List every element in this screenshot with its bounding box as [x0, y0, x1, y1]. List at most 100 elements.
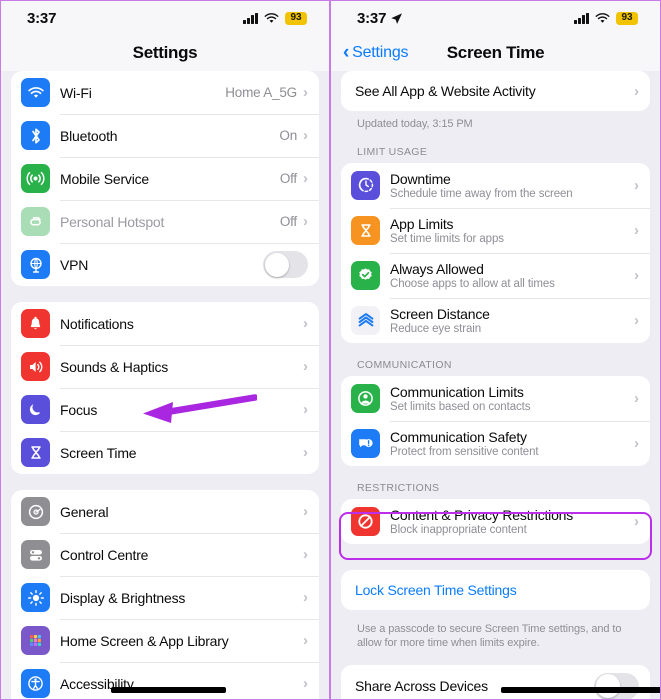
settings-row-label: Home Screen & App Library: [60, 632, 229, 649]
settings-row-subtitle: Set time limits for apps: [390, 232, 504, 245]
bluetooth-icon: [21, 121, 50, 150]
share-group: Share Across Devices: [341, 664, 650, 699]
cellular-bars-icon: [574, 12, 589, 24]
right-status-bar: 3:37 93: [331, 1, 660, 35]
settings-row-label: Notifications: [60, 315, 134, 332]
chevron-right-icon: ›: [303, 589, 308, 606]
settings-row-subtitle: Choose apps to allow at all times: [390, 277, 555, 290]
screen-distance-icon: [351, 305, 380, 335]
settings-row-subtitle: Reduce eye strain: [390, 322, 481, 335]
brightness-icon: [21, 583, 50, 612]
back-button-label: Settings: [352, 44, 409, 61]
chevron-right-icon: ›: [303, 170, 308, 187]
settings-row-accessibility[interactable]: Accessibility ›: [11, 662, 319, 699]
status-indicators: 93: [243, 11, 307, 25]
settings-row-communication-limits[interactable]: Communication Limits Set limits based on…: [341, 376, 650, 421]
battery-badge: 93: [285, 11, 307, 25]
settings-row-focus[interactable]: Focus ›: [11, 388, 319, 431]
settings-row-downtime[interactable]: Downtime Schedule time away from the scr…: [341, 163, 650, 208]
chevron-right-icon: ›: [634, 311, 639, 329]
settings-row-home-screen[interactable]: Home Screen & App Library ›: [11, 619, 319, 662]
settings-row-label: Communication Safety: [390, 428, 527, 445]
status-time-text: 3:37: [357, 9, 387, 27]
settings-row-share-across-devices[interactable]: Share Across Devices: [341, 665, 650, 699]
settings-row-subtitle: Block inappropriate content: [390, 523, 527, 536]
settings-row-value: Off: [279, 214, 297, 229]
accessibility-icon: [21, 669, 50, 698]
settings-group-system: General › Control Centre › Display & Bri…: [11, 490, 319, 699]
vpn-globe-icon: [21, 250, 50, 279]
settings-row-see-all-activity[interactable]: See All App & Website Activity ›: [341, 71, 650, 111]
settings-row-communication-safety[interactable]: Communication Safety Protect from sensit…: [341, 420, 650, 466]
settings-row-label: Display & Brightness: [60, 589, 186, 606]
prohibition-icon: [351, 506, 380, 536]
settings-row-label: General: [60, 503, 109, 520]
chevron-right-icon: ›: [303, 315, 308, 332]
chevron-right-icon: ›: [303, 632, 308, 649]
chevron-right-icon: ›: [634, 434, 639, 452]
settings-row-label: See All App & Website Activity: [355, 83, 536, 99]
location-arrow-icon: [391, 12, 403, 24]
chevron-right-icon: ›: [303, 401, 308, 418]
left-nav-bar: Settings: [1, 35, 329, 71]
right-phone-screenshot: 3:37 93 ‹ Settings Screen Time See All A…: [330, 0, 661, 700]
back-button[interactable]: ‹ Settings: [343, 43, 409, 62]
settings-row-subtitle: Schedule time away from the screen: [390, 187, 573, 200]
page-title: Settings: [132, 43, 198, 62]
home-indicator-bar: [501, 687, 660, 693]
settings-row-screen-time[interactable]: Screen Time ›: [11, 431, 319, 474]
settings-row-sounds-haptics[interactable]: Sounds & Haptics ›: [11, 345, 319, 388]
settings-row-general[interactable]: General ›: [11, 490, 319, 533]
control-centre-icon: [21, 540, 50, 569]
downtime-icon: [351, 170, 380, 200]
settings-row-personal-hotspot[interactable]: Personal Hotspot Off ›: [11, 200, 319, 243]
settings-row-subtitle: Set limits based on contacts: [390, 400, 531, 413]
bell-icon: [21, 309, 50, 338]
settings-row-label: Screen Time: [60, 444, 137, 461]
hotspot-icon: [21, 207, 50, 236]
settings-row-app-limits[interactable]: App Limits Set time limits for apps ›: [341, 207, 650, 253]
settings-row-display-brightness[interactable]: Display & Brightness ›: [11, 576, 319, 619]
app-grid-icon: [21, 626, 50, 655]
settings-row-control-centre[interactable]: Control Centre ›: [11, 533, 319, 576]
settings-row-notifications[interactable]: Notifications ›: [11, 302, 319, 345]
settings-row-wifi[interactable]: Wi-Fi Home A_5G ›: [11, 71, 319, 114]
settings-row-label: Control Centre: [60, 546, 149, 563]
lock-settings-group: Lock Screen Time Settings: [341, 569, 650, 610]
home-indicator-bar: [111, 687, 226, 693]
settings-row-lock-screen-time[interactable]: Lock Screen Time Settings: [341, 570, 650, 610]
activity-group: See All App & Website Activity ›: [341, 71, 650, 111]
settings-row-label: Always Allowed: [390, 260, 484, 277]
settings-row-mobile-service[interactable]: Mobile Service Off ›: [11, 157, 319, 200]
settings-row-label: Screen Distance: [390, 305, 490, 322]
settings-row-screen-distance[interactable]: Screen Distance Reduce eye strain ›: [341, 297, 650, 343]
left-status-bar: 3:37 93: [1, 1, 329, 35]
settings-row-subtitle: Protect from sensitive content: [390, 445, 539, 458]
hourglass-icon: [21, 438, 50, 467]
settings-row-label: VPN: [60, 256, 89, 273]
speaker-icon: [21, 352, 50, 381]
message-safety-icon: [351, 428, 380, 458]
settings-row-content-privacy-restrictions[interactable]: Content & Privacy Restrictions Block ina…: [341, 499, 650, 544]
section-header-restrictions: RESTRICTIONS: [357, 481, 440, 494]
settings-row-label: Focus: [60, 401, 98, 418]
settings-row-vpn[interactable]: VPN: [11, 243, 319, 286]
contact-icon: [351, 383, 380, 413]
settings-group-alerts: Notifications › Sounds & Haptics › Focus…: [11, 302, 319, 474]
chevron-right-icon: ›: [303, 213, 308, 230]
screenshot-stage: 3:37 93 Settings Wi-Fi Home A_5G › Bluet…: [0, 0, 661, 700]
vpn-toggle[interactable]: [263, 251, 308, 278]
chevron-right-icon: ›: [634, 82, 639, 100]
settings-row-always-allowed[interactable]: Always Allowed Choose apps to allow at a…: [341, 252, 650, 298]
battery-badge: 93: [616, 11, 638, 25]
chevron-right-icon: ›: [634, 266, 639, 284]
settings-group-restrictions: Content & Privacy Restrictions Block ina…: [341, 498, 650, 544]
left-scroll-body[interactable]: Wi-Fi Home A_5G › Bluetooth On › Mobile …: [1, 71, 329, 699]
always-allowed-check-icon: [351, 260, 380, 290]
cellular-bars-icon: [243, 12, 258, 24]
right-scroll-body[interactable]: See All App & Website Activity › Updated…: [331, 71, 660, 699]
chevron-right-icon: ›: [303, 503, 308, 520]
settings-row-bluetooth[interactable]: Bluetooth On ›: [11, 114, 319, 157]
settings-row-label: Communication Limits: [390, 383, 524, 400]
chevron-right-icon: ›: [634, 176, 639, 194]
